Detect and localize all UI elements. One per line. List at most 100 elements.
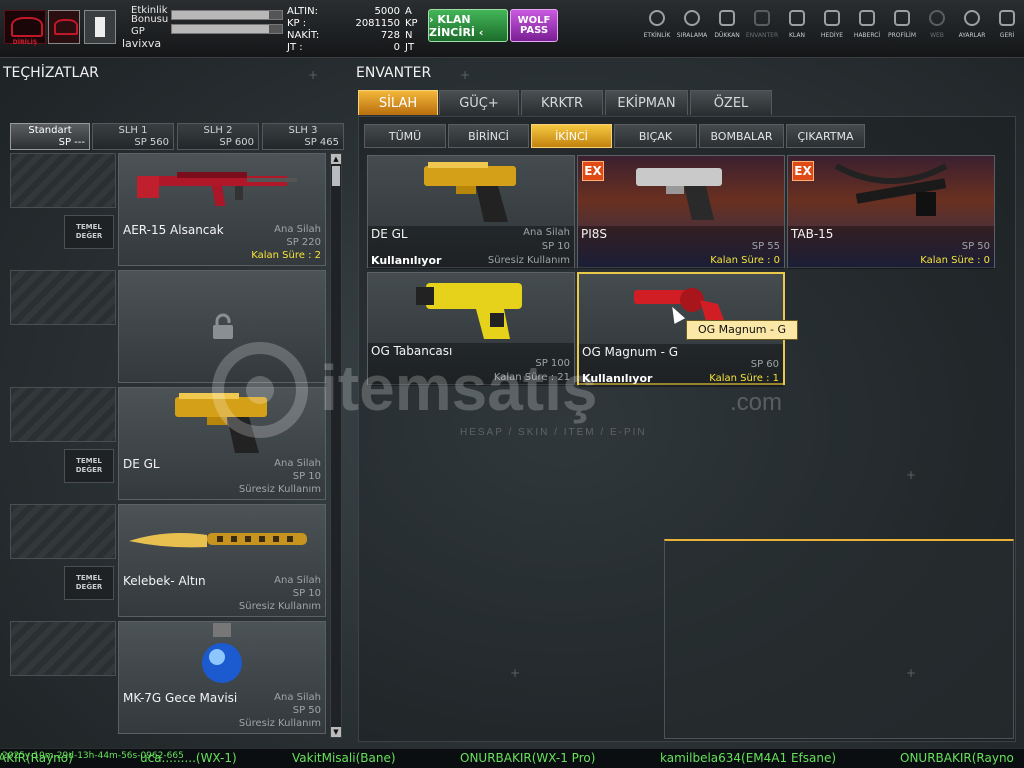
temel-value-button[interactable]: TEMEL DEĞER — [64, 449, 114, 483]
item-sp: SP 100 — [535, 358, 570, 369]
loadout-tab-4[interactable]: SLH 3 SP 465 — [262, 123, 344, 150]
rank-icon — [84, 10, 116, 44]
logo-text: DİRİLİŞ — [12, 39, 38, 46]
decor-plus: + — [510, 666, 521, 680]
subcategory-tab-5[interactable]: ÇIKARTMA — [786, 124, 865, 148]
loadout-name: SLH 1 — [118, 125, 148, 136]
category-tab-2[interactable]: KRKTR — [521, 90, 603, 115]
inventory-item[interactable]: DE GL Ana Silah SP 10 Süresiz Kullanım Kulla… — [367, 155, 575, 269]
gp-bar-fill — [172, 25, 269, 33]
item-name: PI8S — [581, 227, 608, 241]
gp-bar — [171, 24, 283, 34]
category-tab-4[interactable]: ÖZEL — [690, 90, 772, 115]
weapon-image — [119, 154, 325, 222]
nav-stopwatch-button[interactable]: ETKİNLİK — [640, 10, 674, 48]
item-detail-panel — [664, 539, 1014, 739]
profile-icon — [894, 10, 910, 26]
loadout-tab-3[interactable]: SLH 2 SP 600 — [177, 123, 259, 150]
nav-label: ETKİNLİK — [643, 32, 671, 39]
inventory-item[interactable]: EX TAB-15 SP 50 Kalan Süre : 0 — [787, 155, 995, 269]
equipment-card[interactable]: DE GL Ana Silah SP 10 Süresiz Kullanım — [118, 387, 326, 500]
weapon-type: Ana Silah — [274, 458, 321, 469]
equipment-slot-row: MK-7G Gece Mavisi Ana Silah SP 50 Süresiz K… — [10, 621, 326, 734]
nav-globe-button[interactable]: WEB — [920, 10, 954, 48]
top-bar: DİRİLİŞ Etkinlik Bonusu GP lavixva ALTIN… — [0, 0, 1024, 58]
cart-icon — [719, 10, 735, 26]
temel-value-button[interactable]: TEMEL DEĞER — [64, 215, 114, 249]
nav-back-button[interactable]: GERİ — [990, 10, 1024, 48]
weapon-image — [119, 505, 325, 573]
scroll-up-icon[interactable]: ▲ — [331, 154, 341, 164]
nav-shield-button[interactable]: KLAN — [780, 10, 814, 48]
subcategory-tab-3[interactable]: BIÇAK — [614, 124, 697, 148]
subcategory-tab-1[interactable]: BİRİNCİ — [448, 124, 529, 148]
ticker-message: ONURBAKIR(WX-1 Pro) — [460, 751, 596, 765]
clan-emblem-icon[interactable] — [48, 10, 80, 44]
category-tab-0[interactable]: SİLAH — [358, 90, 438, 115]
nav-label: HEDİYE — [820, 32, 844, 39]
subcategory-tab-4[interactable]: BOMBALAR — [699, 124, 784, 148]
currency-value: 0 — [393, 42, 400, 53]
inventory-item[interactable]: OG Tabancası SP 100 Kalan Süre : 21 — [367, 272, 575, 386]
category-tab-1[interactable]: GÜÇ+ — [439, 90, 519, 115]
weapon-image — [578, 156, 784, 226]
scroll-thumb[interactable] — [332, 166, 340, 186]
gift-icon — [824, 10, 840, 26]
nav-inventory-button[interactable]: ENVANTER — [745, 10, 779, 48]
nav-medal-button[interactable]: SIRALAMA — [675, 10, 709, 48]
subcategory-tab-2[interactable]: İKİNCİ — [531, 124, 612, 148]
lock-icon — [211, 313, 235, 341]
category-tab-3[interactable]: EKİPMAN — [605, 90, 688, 115]
loadout-tab-2[interactable]: SLH 1 SP 560 — [92, 123, 174, 150]
equipment-title: TEÇHİZATLAR — [3, 65, 99, 81]
item-time: Kalan Süre : 21 — [493, 372, 570, 383]
shield-icon — [789, 10, 805, 26]
equipment-scrollbar[interactable]: ▲ ▼ — [330, 153, 342, 738]
item-time: Kalan Süre : 0 — [920, 255, 990, 266]
weapon-name: DE GL — [123, 457, 160, 471]
equipment-card[interactable]: Kelebek- Altın Ana Silah SP 10 Süresiz Kull… — [118, 504, 326, 617]
equipment-card[interactable] — [118, 270, 326, 383]
weapon-image — [119, 388, 325, 456]
nav-label: WEB — [930, 32, 944, 39]
weapon-type: Ana Silah — [274, 692, 321, 703]
nav-gear-button[interactable]: AYARLAR — [955, 10, 989, 48]
wolf-pass-button[interactable]: WOLF PASS — [510, 9, 558, 42]
empty-slot[interactable] — [10, 621, 116, 676]
equipment-card[interactable]: AER-15 Alsancak Ana Silah SP 220 Kalan Süre… — [118, 153, 326, 266]
currency-label: KP : — [287, 18, 307, 29]
weapon-sp: SP 50 — [292, 705, 321, 716]
scroll-down-icon[interactable]: ▼ — [331, 727, 341, 737]
weapon-image — [788, 156, 994, 226]
loadout-tab-1[interactable]: Standart SP --- — [10, 123, 90, 150]
nav-megaphone-button[interactable]: HABERCİ — [850, 10, 884, 48]
clan-chain-button[interactable]: › KLAN ZİNCİRİ ‹ — [428, 9, 508, 42]
item-sp: SP 10 — [541, 241, 570, 252]
nav-profile-button[interactable]: PROFİLİM — [885, 10, 919, 48]
equipment-card[interactable]: MK-7G Gece Mavisi Ana Silah SP 50 Süresiz K… — [118, 621, 326, 734]
nav-cart-button[interactable]: DÜKKAN — [710, 10, 744, 48]
inventory-title: ENVANTER — [356, 65, 432, 81]
inventory-item[interactable]: EX PI8S SP 55 Kalan Süre : 0 — [577, 155, 785, 269]
decor-plus: + — [308, 68, 319, 82]
empty-slot[interactable] — [10, 504, 116, 559]
nav-label: ENVANTER — [745, 32, 779, 39]
nav-label: PROFİLİM — [887, 32, 917, 39]
ticker-message: ONURBAKIR(Rayno — [900, 751, 1014, 765]
bonus-bar — [171, 10, 283, 20]
nav-label: KLAN — [788, 32, 805, 39]
currency-label: JT : — [287, 42, 303, 53]
temel-value-button[interactable]: TEMEL DEĞER — [64, 566, 114, 600]
ex-badge: EX — [582, 161, 604, 181]
nav-label: GERİ — [999, 32, 1015, 39]
weapon-type: Ana Silah — [274, 224, 321, 235]
item-time: Kalan Süre : 0 — [710, 255, 780, 266]
empty-slot[interactable] — [10, 387, 116, 442]
back-icon — [999, 10, 1015, 26]
subcategory-tab-0[interactable]: TÜMÜ — [364, 124, 446, 148]
empty-slot[interactable] — [10, 270, 116, 325]
empty-slot[interactable] — [10, 153, 116, 208]
nav-gift-button[interactable]: HEDİYE — [815, 10, 849, 48]
weapon-name: Kelebek- Altın — [123, 574, 206, 588]
equipment-slot-row: TEMEL DEĞER AER-15 Alsancak Ana Silah SP 220… — [10, 153, 326, 266]
